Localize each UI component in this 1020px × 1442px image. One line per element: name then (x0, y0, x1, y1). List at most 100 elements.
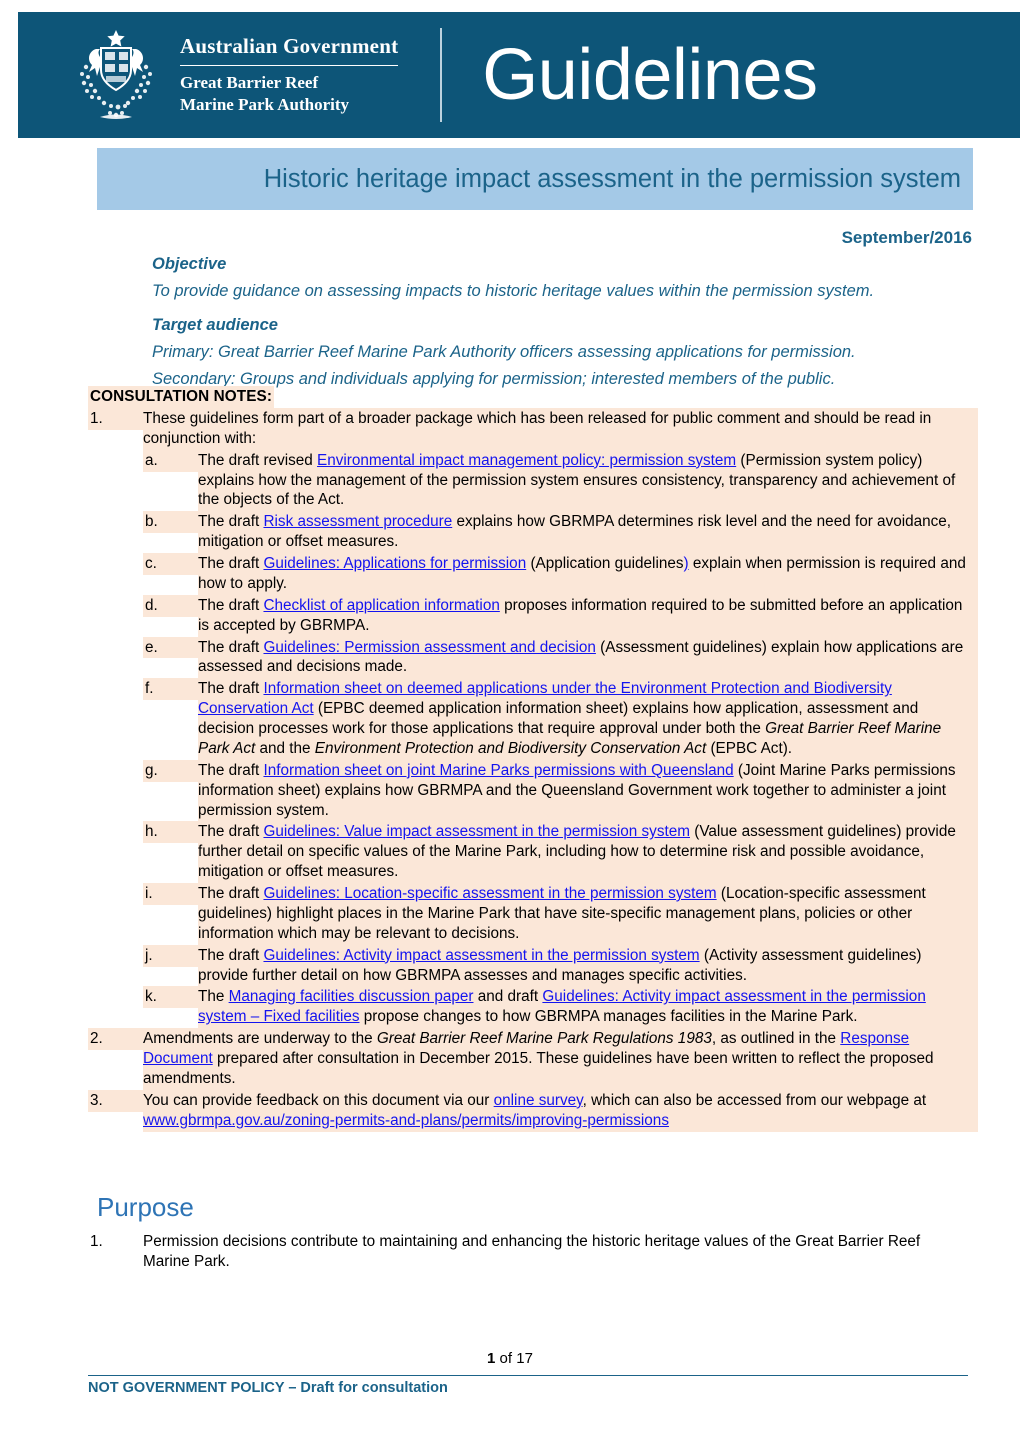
note-item-1: 1. These guidelines form part of a broad… (88, 407, 978, 450)
page-title: Historic heritage impact assessment in t… (263, 164, 961, 193)
note-subitem-i: i. The draft Guidelines: Location-specif… (143, 883, 978, 945)
audience-primary: Primary: Great Barrier Reef Marine Park … (152, 342, 856, 361)
intro-section: Objective To provide guidance on assessi… (152, 252, 982, 392)
purpose-item-1: 1. Permission decisions contribute to ma… (88, 1232, 968, 1272)
wordmark-divider (180, 64, 399, 66)
note-subitem-e-text: The draft Guidelines: Permission assessm… (198, 636, 978, 679)
subitem-f-pre: The draft (198, 680, 264, 698)
objective-heading: Objective (152, 255, 227, 273)
note-subitem-j: j. The draft Guidelines: Activity impact… (143, 944, 978, 987)
note-subitem-j-text: The draft Guidelines: Activity impact as… (198, 944, 978, 987)
note-subitem-c-letter: c. (143, 553, 198, 575)
objective-text: To provide guidance on assessing impacts… (152, 281, 875, 300)
link-activity-impact-assessment[interactable]: Guidelines: Activity impact assessment i… (263, 947, 699, 964)
subitem-e-pre: The draft (198, 638, 264, 656)
subitem-a-pre: The draft revised (198, 451, 318, 469)
note-subitem-g: g. The draft Information sheet on joint … (143, 759, 978, 822)
note-item-1-text: These guidelines form part of a broader … (143, 407, 978, 450)
subitem-k-post: and draft (473, 988, 543, 1006)
footer-page-number: 1 of 17 (0, 1350, 1020, 1367)
subitem-f-mid: and the (255, 739, 315, 757)
government-line: Australian Government (180, 33, 399, 58)
note-item-2-number: 2. (88, 1028, 143, 1050)
note-subitem-g-text: The draft Information sheet on joint Mar… (198, 759, 978, 822)
note-subitem-k: k. The Managing facilities discussion pa… (143, 986, 978, 1029)
document-header-band: Australian Government Great Barrier Reef… (18, 12, 1020, 138)
note-subitem-d-letter: d. (143, 594, 198, 617)
footer-divider (88, 1375, 968, 1376)
purpose-heading: Purpose (97, 1192, 194, 1222)
link-gbrmpa-webpage-url[interactable]: www.gbrmpa.gov.au/zoning-permits-and-pla… (143, 1112, 669, 1129)
footer-page-of: of (495, 1350, 517, 1367)
subitem-f-tail: (EPBC Act). (706, 739, 793, 757)
footer-page-total: 17 (516, 1350, 533, 1367)
link-location-specific-assessment[interactable]: Guidelines: Location-specific assessment… (263, 885, 716, 902)
note-subitem-c: c. The draft Guidelines: Applications fo… (143, 553, 978, 595)
purpose-item-1-text: Permission decisions contribute to maint… (143, 1233, 921, 1271)
note-subitem-i-letter: i. (143, 883, 198, 905)
note-subitem-i-text: The draft Guidelines: Location-specific … (198, 883, 978, 945)
document-date: September/2016 (841, 228, 972, 247)
consultation-notes-title: CONSULTATION NOTES: (88, 386, 275, 408)
footer-draft-notice: NOT GOVERNMENT POLICY – Draft for consul… (88, 1380, 448, 1396)
link-value-impact-assessment[interactable]: Guidelines: Value impact assessment in t… (263, 823, 690, 840)
note-subitem-a: a. The draft revised Environmental impac… (143, 449, 978, 512)
note-subitem-b-text: The draft Risk assessment procedure expl… (198, 511, 978, 553)
link-permission-assessment-and-decision[interactable]: Guidelines: Permission assessment and de… (263, 639, 595, 656)
subitem-b-pre: The draft (198, 513, 264, 531)
note-subitem-d: d. The draft Checklist of application in… (143, 594, 978, 637)
purpose-item-1-number: 1. (90, 1233, 103, 1250)
australian-coat-of-arms-icon (66, 27, 166, 123)
note-subitem-h-text: The draft Guidelines: Value impact asses… (198, 821, 978, 883)
consultation-notes-title-row: CONSULTATION NOTES: (88, 386, 978, 408)
agency-line-2: Marine Park Authority (180, 95, 350, 114)
note-subitem-j-letter: j. (143, 944, 198, 967)
note-subitem-h: h. The draft Guidelines: Value impact as… (143, 821, 978, 883)
note-item-3: 3. You can provide feedback on this docu… (88, 1089, 978, 1132)
document-title-band: Historic heritage impact assessment in t… (97, 148, 973, 210)
note-subitem-k-letter: k. (143, 986, 198, 1009)
consultation-notes-block: CONSULTATION NOTES: 1. These guidelines … (88, 386, 978, 1132)
subitem-d-pre: The draft (198, 596, 264, 614)
item2-mid: , as outlined in the (711, 1030, 841, 1048)
link-risk-assessment-procedure[interactable]: Risk assessment procedure (263, 513, 452, 530)
subitem-g-pre: The draft (198, 761, 264, 779)
note-subitem-f-letter: f. (143, 678, 198, 701)
subitem-c-post: (Application guidelines (526, 555, 684, 572)
note-item-3-text: You can provide feedback on this documen… (143, 1089, 978, 1132)
note-subitem-b: b. The draft Risk assessment procedure e… (143, 511, 978, 553)
item3-mid: , which can also be accessed from our we… (582, 1091, 927, 1109)
link-checklist-of-application-information[interactable]: Checklist of application information (263, 597, 499, 614)
note-subitem-k-text: The Managing facilities discussion paper… (198, 986, 978, 1029)
subitem-h-pre: The draft (198, 823, 264, 841)
note-subitem-b-letter: b. (143, 511, 198, 534)
note-subitem-c-text: The draft Guidelines: Applications for p… (198, 553, 978, 595)
item2-italic-regulations: Great Barrier Reef Marine Park Regulatio… (376, 1030, 712, 1048)
item2-pre: Amendments are underway to the (143, 1030, 377, 1048)
link-applications-for-permission[interactable]: Guidelines: Applications for permission (263, 555, 526, 572)
document-type-title: Guidelines (482, 35, 818, 115)
header-vertical-divider (440, 28, 443, 122)
subitem-j-pre: The draft (198, 946, 264, 964)
note-subitem-f: f. The draft Information sheet on deemed… (143, 678, 978, 760)
target-audience-heading: Target audience (152, 316, 278, 335)
link-managing-facilities-discussion-paper[interactable]: Managing facilities discussion paper (229, 988, 474, 1005)
note-item-2: 2. Amendments are underway to the Great … (88, 1028, 978, 1090)
item3-pre: You can provide feedback on this documen… (143, 1091, 494, 1109)
note-subitem-h-letter: h. (143, 821, 198, 844)
note-item-3-number: 3. (88, 1089, 143, 1112)
link-joint-marine-parks-permissions[interactable]: Information sheet on joint Marine Parks … (263, 762, 733, 779)
subitem-k-post2: propose changes to how GBRMPA manages fa… (359, 1008, 858, 1026)
note-subitem-a-text: The draft revised Environmental impact m… (198, 449, 978, 512)
government-wordmark: Australian Government Great Barrier Reef… (180, 33, 399, 117)
note-item-1-number: 1. (88, 407, 143, 430)
link-online-survey[interactable]: online survey (494, 1092, 583, 1109)
subitem-i-pre: The draft (198, 885, 264, 902)
link-permission-system-policy[interactable]: Environmental impact management policy: … (317, 452, 736, 469)
item2-post: prepared after consultation in December … (143, 1050, 934, 1087)
intro-spacer (152, 304, 982, 313)
subitem-k-pre: The (198, 988, 229, 1006)
note-subitem-e: e. The draft Guidelines: Permission asse… (143, 636, 978, 679)
agency-line-1: Great Barrier Reef (180, 72, 319, 92)
subitem-c-pre: The draft (198, 555, 264, 572)
